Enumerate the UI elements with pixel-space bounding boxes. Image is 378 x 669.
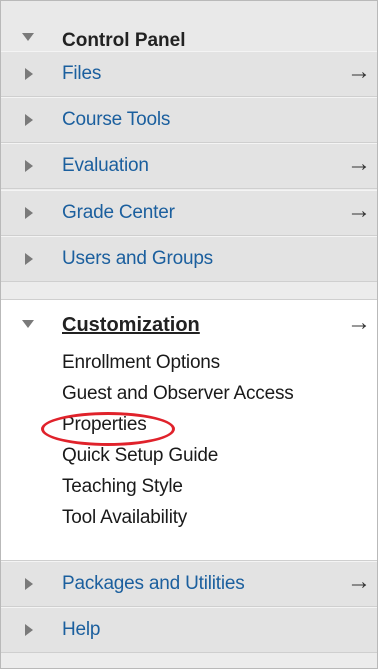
customization-heading[interactable]: Customization	[62, 314, 200, 337]
menu-item-files[interactable]: Files →	[1, 51, 377, 97]
menu-item-label[interactable]: Files	[62, 63, 101, 85]
caret-right-icon	[25, 68, 33, 80]
menu-item-help[interactable]: Help	[1, 607, 377, 653]
caret-right-icon	[25, 207, 33, 219]
control-panel-header[interactable]: Control Panel	[1, 1, 377, 52]
right-arrow-icon[interactable]: →	[347, 197, 371, 225]
control-panel-title: Control Panel	[62, 30, 186, 51]
right-arrow-icon[interactable]: →	[347, 309, 371, 337]
caret-right-icon	[25, 160, 33, 172]
control-panel: Control Panel Files → Course Tools Evalu…	[0, 0, 378, 669]
submenu-item-enrollment-options[interactable]: Enrollment Options	[62, 352, 220, 374]
menu-item-evaluation[interactable]: Evaluation →	[1, 143, 377, 189]
menu-item-course-tools[interactable]: Course Tools	[1, 97, 377, 143]
right-arrow-icon[interactable]: →	[347, 150, 371, 178]
menu-item-label[interactable]: Grade Center	[62, 202, 175, 224]
submenu-item-quick-setup-guide[interactable]: Quick Setup Guide	[62, 445, 218, 467]
caret-right-icon	[25, 578, 33, 590]
caret-down-icon	[22, 33, 34, 41]
caret-right-icon	[25, 114, 33, 126]
submenu-item-tool-availability[interactable]: Tool Availability	[62, 507, 187, 529]
highlight-circle	[41, 412, 175, 446]
right-arrow-icon[interactable]: →	[347, 58, 371, 86]
menu-item-packages-and-utilities[interactable]: Packages and Utilities →	[1, 561, 377, 607]
menu-item-label[interactable]: Packages and Utilities	[62, 573, 245, 595]
menu-item-label[interactable]: Help	[62, 619, 100, 641]
menu-item-label[interactable]: Course Tools	[62, 109, 170, 131]
caret-down-icon[interactable]	[22, 320, 34, 328]
submenu-item-guest-observer-access[interactable]: Guest and Observer Access	[62, 383, 294, 405]
menu-item-grade-center[interactable]: Grade Center →	[1, 190, 377, 236]
menu-item-users-and-groups[interactable]: Users and Groups	[1, 236, 377, 282]
caret-right-icon	[25, 624, 33, 636]
menu-item-label[interactable]: Users and Groups	[62, 248, 213, 270]
menu-item-label[interactable]: Evaluation	[62, 155, 149, 177]
caret-right-icon	[25, 253, 33, 265]
right-arrow-icon[interactable]: →	[347, 568, 371, 596]
customization-section: Customization → Enrollment Options Guest…	[1, 299, 377, 561]
submenu-item-teaching-style[interactable]: Teaching Style	[62, 476, 183, 498]
